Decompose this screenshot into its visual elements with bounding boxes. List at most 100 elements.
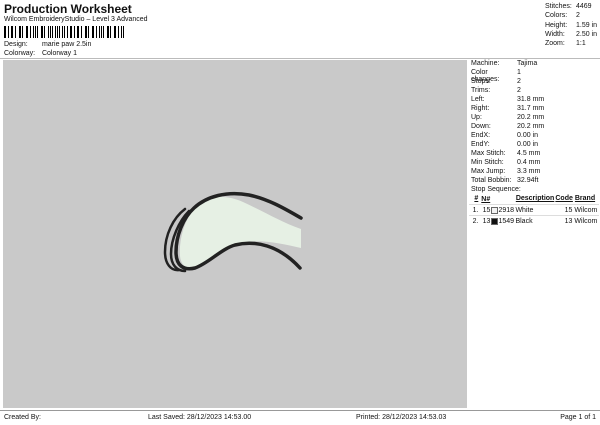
row-code2: 15 [553, 207, 572, 214]
machine-info-row: Trims:2 [471, 87, 521, 94]
row-code: 1549 [498, 218, 512, 225]
page-number: Page 1 of 1 [560, 414, 596, 421]
machine-info-label: Right: [471, 105, 517, 112]
stop-sequence-title: Stop Sequence: [471, 186, 521, 193]
row-num: 1. [469, 207, 479, 214]
machine-info-value: 0.00 in [517, 132, 538, 139]
barcode-bar [19, 26, 20, 38]
barcode-bar [5, 26, 6, 38]
software-subtitle: Wilcom EmbroideryStudio – Level 3 Advanc… [4, 16, 148, 23]
machine-info-row: EndY:0.00 in [471, 141, 538, 148]
machine-info-row: EndX:0.00 in [471, 132, 538, 139]
machine-info-label: Left: [471, 96, 517, 103]
machine-info-row: Total Bobbin:32.94ft [471, 177, 538, 184]
colorway-value: Colorway 1 [38, 50, 77, 57]
last-saved: Last Saved: 28/12/2023 14:53.00 [148, 414, 251, 421]
footer: Created By: Last Saved: 28/12/2023 14:53… [0, 410, 600, 425]
row-needle: 13 [479, 218, 498, 225]
colorway-row: Colorway: Colorway 1 [4, 50, 77, 57]
barcode-bar [64, 26, 65, 38]
stat-height: Height:1.59 in [545, 21, 597, 30]
barcode-bar [88, 26, 89, 38]
machine-info-label: Down: [471, 123, 517, 130]
barcode-bar [26, 26, 27, 38]
stat-label: Width: [545, 30, 576, 39]
header-divider [0, 58, 600, 59]
stat-label: Stitches: [545, 2, 576, 11]
barcode-bar [37, 26, 38, 38]
machine-info-row: Min Stitch:0.4 mm [471, 159, 540, 166]
stat-value: 2.50 in [576, 30, 597, 39]
stat-zoom: Zoom:1:1 [545, 39, 597, 48]
stat-value: 4469 [576, 2, 592, 11]
machine-info-value: 4.5 mm [517, 150, 540, 157]
machine-info-value: 0.00 in [517, 141, 538, 148]
stat-label: Zoom: [545, 39, 576, 48]
machine-info-row: Machine:Tajima [471, 60, 537, 67]
stat-label: Height: [545, 21, 576, 30]
machine-info-label: Trims: [471, 87, 517, 94]
row-brand: Wilcom [572, 218, 599, 225]
stat-value: 1:1 [576, 39, 586, 48]
machine-info-label: Total Bobbin: [471, 177, 517, 184]
machine-info-label: Max Jump: [471, 168, 517, 175]
design-preview [3, 60, 467, 408]
machine-info-row: Right:31.7 mm [471, 105, 544, 112]
row-description: White [512, 207, 553, 214]
table-row: 1. 15 2918 White 15 Wilcom [469, 204, 599, 215]
printed-date: Printed: 28/12/2023 14:53.03 [356, 414, 446, 421]
color-swatch [491, 207, 498, 214]
col-code-spacer [500, 195, 513, 204]
row-code: 2918 [498, 207, 512, 214]
design-row: Design: marie paw 2.5in [4, 41, 91, 48]
color-swatch [491, 218, 498, 225]
machine-info-value: 20.2 mm [517, 123, 544, 130]
colorway-label: Colorway: [4, 50, 36, 57]
needle-number: 15 [483, 207, 491, 214]
machine-info-row: Left:31.8 mm [471, 96, 544, 103]
barcode-bar [81, 26, 82, 38]
machine-info-value: Tajima [517, 60, 537, 67]
stat-width: Width:2.50 in [545, 30, 597, 39]
machine-info-value: 2 [517, 78, 521, 85]
stat-colors: Colors:2 [545, 11, 597, 20]
barcode-bar [78, 26, 79, 38]
barcode-bar [48, 26, 49, 38]
barcode-bar [41, 26, 42, 38]
machine-info-row: Down:20.2 mm [471, 123, 544, 130]
barcode-bar [62, 26, 63, 38]
barcode-bar [12, 26, 13, 38]
machine-info-row: Max Stitch:4.5 mm [471, 150, 540, 157]
row-brand: Wilcom [572, 207, 599, 214]
stat-stitches: Stitches:4469 [545, 2, 597, 11]
machine-info-label: Max Stitch: [471, 150, 517, 157]
col-n: N# [479, 195, 500, 204]
machine-info-label: EndX: [471, 132, 517, 139]
barcode [4, 26, 125, 38]
stat-value: 1.59 in [576, 21, 597, 30]
worksheet-title: Production Worksheet [4, 2, 132, 16]
embroidery-design [3, 60, 467, 408]
col-code: Code [554, 195, 573, 204]
barcode-bar [71, 26, 72, 38]
row-description: Black [512, 218, 553, 225]
table-row: 2. 13 1549 Black 13 Wilcom [469, 215, 599, 226]
machine-info-row: Max Jump:3.3 mm [471, 168, 540, 175]
design-value: marie paw 2.5in [38, 41, 91, 48]
machine-info-value: 3.3 mm [517, 168, 540, 175]
barcode-bar [108, 26, 109, 38]
barcode-bar [96, 26, 97, 38]
machine-info-panel: Stop Sequence: # N# Description Code Bra… [469, 60, 599, 408]
barcode-bar [115, 26, 116, 38]
machine-info-label: EndY: [471, 141, 517, 148]
col-brand: Brand [573, 195, 599, 204]
stat-value: 2 [576, 11, 580, 20]
created-by: Created By: [4, 414, 41, 421]
design-stats: Stitches:4469 Colors:2 Height:1.59 in Wi… [545, 2, 597, 48]
machine-info-value: 31.8 mm [517, 96, 544, 103]
col-description: Description [513, 195, 555, 204]
machine-info-value: 2 [517, 87, 521, 94]
table-header: # N# Description Code Brand [469, 195, 599, 204]
machine-info-value: 31.7 mm [517, 105, 544, 112]
machine-info-label: Min Stitch: [471, 159, 517, 166]
